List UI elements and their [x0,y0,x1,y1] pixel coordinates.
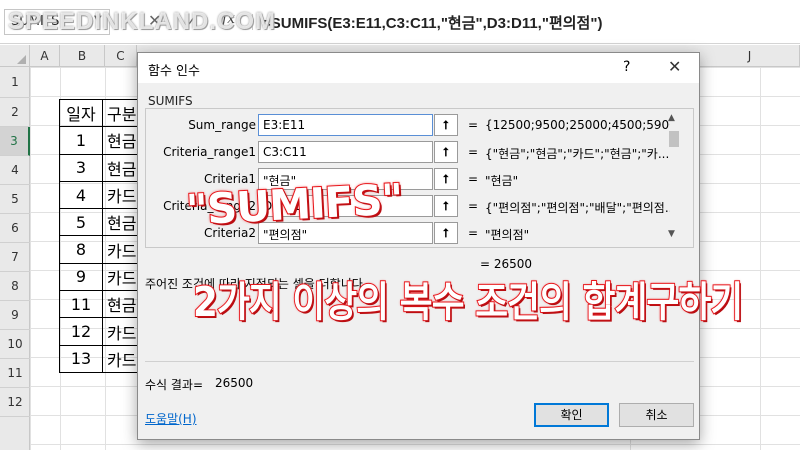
select-all-corner[interactable] [0,45,30,67]
cancel-button[interactable]: 취소 [619,403,694,427]
row-header-6[interactable]: 6 [0,214,30,243]
formula-input[interactable]: =SUMIFS(E3:E11,C3:C11,"현금",D3:D11,"편의점") [262,12,602,33]
column-header-c[interactable]: C [105,45,137,67]
row-header-4[interactable]: 4 [0,156,30,185]
equals-sign: = [468,199,479,213]
table-row: 4 카드 [59,180,143,210]
ok-button[interactable]: 확인 [534,403,609,427]
table-cell[interactable]: 1 [59,126,103,155]
equals-sign: = [468,118,479,132]
table-cell[interactable]: 3 [59,153,103,182]
row-header-5[interactable]: 5 [0,185,30,214]
row-header-11[interactable]: 11 [0,359,30,388]
function-name: SUMIFS [148,94,193,108]
chevron-down-icon[interactable]: ▼ [668,229,675,239]
row-header-12[interactable]: 12 [0,388,30,417]
table-row: 1 현금 [59,126,143,155]
argument-value: "현금" [485,174,519,188]
dialog-title: 함수 인수 [148,64,200,79]
table-cell[interactable]: 9 [59,262,103,292]
formula-result-label: 수식 결과= [145,378,204,392]
close-icon[interactable]: ✕ [668,57,681,76]
row-header-1[interactable]: 1 [0,67,30,98]
caption-subtitle: 2가지 이상의 복수 조건의 합계구하기 [192,277,744,327]
equals-sign: = [468,145,479,159]
grid-line [760,67,761,450]
function-arguments-dialog: 함수 인수 ? ✕ SUMIFS Sum_range E3:E11 ⭡ = {1… [137,52,700,440]
argument-row: Sum_range E3:E11 ⭡ = {12500;9500;25000;4… [146,114,686,138]
arguments-scrollbar[interactable]: ▲ ▼ [668,113,680,243]
argument-label: Criteria_range1 [163,145,256,159]
table-cell[interactable]: 13 [59,344,103,373]
argument-value: "편의점" [485,228,530,242]
row-header-7[interactable]: 7 [0,243,30,272]
column-header-j[interactable]: J [700,45,800,67]
equals-sign: = [468,226,479,240]
collapse-dialog-icon[interactable]: ⭡ [434,222,458,244]
table-row: 3 현금 [59,153,143,182]
row-headers: 1 2 3 4 5 6 7 8 9 10 11 12 [0,67,30,450]
argument-input[interactable]: C3:C11 [258,141,433,163]
help-icon[interactable]: ? [623,59,630,75]
table-row: 11 현금 [59,290,143,319]
argument-value: {"현금";"현금";"카드";"현금";"카... [485,147,670,161]
help-link[interactable]: 도움말(H) [145,410,197,427]
column-header-b[interactable]: B [60,45,105,67]
argument-label: Sum_range [188,118,256,132]
row-header-3[interactable]: 3 [0,127,30,156]
formula-result-value: 26500 [215,376,254,390]
watermark: SPEEDINKLAND.COM [8,8,277,35]
argument-row: Criteria_range1 C3:C11 ⭡ = {"현금";"현금";"카… [146,141,686,165]
collapse-dialog-icon[interactable]: ⭡ [434,168,458,190]
row-header-2[interactable]: 2 [0,98,30,127]
argument-value: {"편의점";"편의점";"배달";"편의점... [485,201,670,215]
equals-sign: = [468,172,479,186]
table-cell[interactable]: 8 [59,235,103,264]
row-header-9[interactable]: 9 [0,301,30,330]
table-row: 8 카드 [59,235,143,264]
table-header-date[interactable]: 일자 [59,98,103,128]
divider [145,361,694,362]
table-cell[interactable]: 5 [59,208,103,237]
table-row: 12 카드 [59,317,143,346]
column-header-a[interactable]: A [30,45,60,67]
table-header-row: 일자 구분 [59,98,143,128]
collapse-dialog-icon[interactable]: ⭡ [434,141,458,163]
argument-input[interactable]: E3:E11 [258,114,433,136]
table-row: 13 카드 [59,344,143,373]
row-header-10[interactable]: 10 [0,330,30,359]
dialog-title-bar[interactable]: 함수 인수 ? ✕ [138,53,699,83]
data-table: 일자 구분 1 현금 3 현금 4 카드 5 현금 8 카드 9 카드 11 현… [59,98,143,373]
chevron-up-icon[interactable]: ▲ [668,113,675,123]
table-cell[interactable]: 11 [59,290,103,319]
argument-value: {12500;9500;25000;4500;5900... [485,118,670,132]
scrollbar-thumb[interactable] [669,131,679,147]
table-row: 9 카드 [59,262,143,292]
row-header-8[interactable]: 8 [0,272,30,301]
table-cell[interactable]: 4 [59,180,103,210]
table-cell[interactable]: 12 [59,317,103,346]
table-row: 5 현금 [59,208,143,237]
collapse-dialog-icon[interactable]: ⭡ [434,195,458,217]
collapse-dialog-icon[interactable]: ⭡ [434,114,458,136]
